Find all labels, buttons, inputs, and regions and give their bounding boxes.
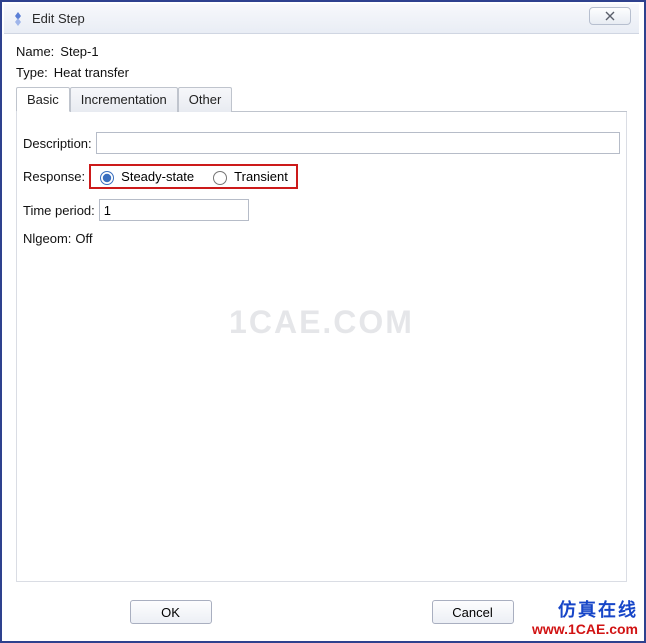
close-button[interactable] xyxy=(589,7,631,25)
nlgeom-label: Nlgeom: xyxy=(23,231,71,246)
time-period-label: Time period: xyxy=(23,203,95,218)
ok-button[interactable]: OK xyxy=(130,600,212,624)
tab-incrementation[interactable]: Incrementation xyxy=(70,87,178,112)
cancel-button[interactable]: Cancel xyxy=(432,600,514,624)
radio-steady-state-input[interactable] xyxy=(100,171,114,185)
tab-bar: Basic Incrementation Other xyxy=(16,86,627,112)
response-group: Steady-state Transient xyxy=(89,164,298,189)
radio-transient-label: Transient xyxy=(234,169,288,184)
type-label: Type: xyxy=(16,65,48,80)
tab-panel-basic: Description: Response: Steady-state xyxy=(16,112,627,582)
radio-steady-state[interactable]: Steady-state xyxy=(95,168,194,185)
type-value: Heat transfer xyxy=(54,65,129,80)
time-period-input[interactable] xyxy=(99,199,249,221)
radio-transient[interactable]: Transient xyxy=(208,168,288,185)
radio-steady-state-label: Steady-state xyxy=(121,169,194,184)
tab-basic[interactable]: Basic xyxy=(16,87,70,112)
name-value: Step-1 xyxy=(60,44,98,59)
nlgeom-value: Off xyxy=(75,231,92,246)
response-label: Response: xyxy=(23,169,85,184)
description-label: Description: xyxy=(23,136,92,151)
radio-transient-input[interactable] xyxy=(213,171,227,185)
button-bar: OK Cancel xyxy=(4,600,639,624)
app-icon xyxy=(10,11,26,27)
description-input[interactable] xyxy=(96,132,620,154)
titlebar: Edit Step xyxy=(4,4,639,34)
name-label: Name: xyxy=(16,44,54,59)
edit-step-dialog: Edit Step Name: Step-1 Type: Heat transf… xyxy=(4,4,639,636)
tab-other[interactable]: Other xyxy=(178,87,233,112)
window-title: Edit Step xyxy=(32,11,85,26)
